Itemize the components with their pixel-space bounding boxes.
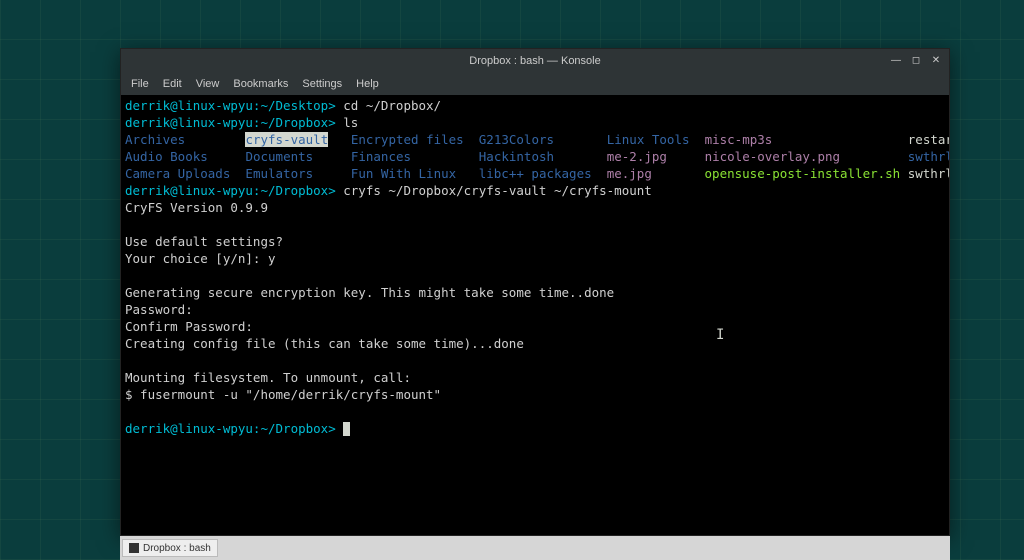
taskbar-item-label: Dropbox : bash	[143, 543, 211, 554]
taskbar: Dropbox : bash	[120, 536, 950, 560]
titlebar[interactable]: Dropbox : bash — Konsole — ◻ ✕	[121, 49, 949, 73]
ls-output-row: Audio Books Documents Finances Hackintos…	[125, 148, 945, 165]
ls-entry: me-2.jpg	[607, 149, 667, 164]
ls-entry: Hackintosh	[479, 149, 554, 164]
ls-entry: swthrlgeb	[908, 149, 949, 164]
ls-entry: nicole-overlay.png	[705, 149, 840, 164]
window-title: Dropbox : bash — Konsole	[469, 55, 600, 67]
ls-entry: cryfs-vault	[245, 132, 328, 147]
prompt: derrik@linux-wpyu:~/Dropbox>	[125, 115, 336, 130]
ls-entry: Archives	[125, 132, 185, 147]
ls-entry: Encrypted files	[351, 132, 464, 147]
ls-entry: Emulators	[245, 166, 313, 181]
menu-file[interactable]: File	[125, 76, 155, 92]
terminal-area[interactable]: derrik@linux-wpyu:~/Desktop> cd ~/Dropbo…	[121, 95, 949, 535]
text-cursor-icon: I	[716, 327, 724, 344]
menu-edit[interactable]: Edit	[157, 76, 188, 92]
ls-entry: Fun With Linux	[351, 166, 456, 181]
output-text: Generating secure encryption key. This m…	[125, 284, 945, 301]
menu-bookmarks[interactable]: Bookmarks	[227, 76, 294, 92]
output-text: Use default settings?	[125, 233, 945, 250]
ls-entry: G213Colors	[479, 132, 554, 147]
output-text: Creating config file (this can take some…	[125, 335, 945, 352]
ls-entry: misc-mp3s	[705, 132, 773, 147]
ls-entry: opensuse-post-installer.sh	[705, 166, 901, 181]
menubar: File Edit View Bookmarks Settings Help	[121, 73, 949, 95]
ls-entry: Camera Uploads	[125, 166, 230, 181]
command-text: cd ~/Dropbox/	[343, 98, 441, 113]
ls-entry: Documents	[245, 149, 313, 164]
command-text: cryfs ~/Dropbox/cryfs-vault ~/cryfs-moun…	[343, 183, 652, 198]
cursor	[343, 422, 350, 436]
prompt: derrik@linux-wpyu:~/Dropbox>	[125, 421, 336, 436]
ls-entry: Finances	[351, 149, 411, 164]
close-button[interactable]: ✕	[929, 53, 943, 67]
output-text: CryFS Version 0.9.9	[125, 199, 945, 216]
prompt: derrik@linux-wpyu:~/Desktop>	[125, 98, 336, 113]
output-text: Mounting filesystem. To unmount, call:	[125, 369, 945, 386]
terminal-icon	[129, 543, 139, 553]
ls-entry: me.jpg	[607, 166, 652, 181]
ls-entry: swthrlgeb-	[908, 166, 949, 181]
output-text: $ fusermount -u "/home/derrik/cryfs-moun…	[125, 386, 945, 403]
ls-entry: libc++ packages	[479, 166, 592, 181]
menu-view[interactable]: View	[190, 76, 226, 92]
ls-entry: Linux Tools	[607, 132, 690, 147]
ls-entry: restart-se	[908, 132, 949, 147]
minimize-button[interactable]: —	[889, 53, 903, 67]
maximize-button[interactable]: ◻	[909, 53, 923, 67]
konsole-window: Dropbox : bash — Konsole — ◻ ✕ File Edit…	[120, 48, 950, 536]
ls-output-row: Camera Uploads Emulators Fun With Linux …	[125, 165, 945, 182]
menu-settings[interactable]: Settings	[296, 76, 348, 92]
output-text: Password:	[125, 301, 945, 318]
window-controls: — ◻ ✕	[889, 53, 943, 67]
ls-entry: Audio Books	[125, 149, 208, 164]
taskbar-item[interactable]: Dropbox : bash	[122, 539, 218, 557]
menu-help[interactable]: Help	[350, 76, 385, 92]
output-text: Confirm Password:	[125, 318, 945, 335]
command-text: ls	[343, 115, 358, 130]
prompt: derrik@linux-wpyu:~/Dropbox>	[125, 183, 336, 198]
output-text: Your choice [y/n]: y	[125, 250, 945, 267]
ls-output-row: Archives cryfs-vault Encrypted files G21…	[125, 131, 945, 148]
